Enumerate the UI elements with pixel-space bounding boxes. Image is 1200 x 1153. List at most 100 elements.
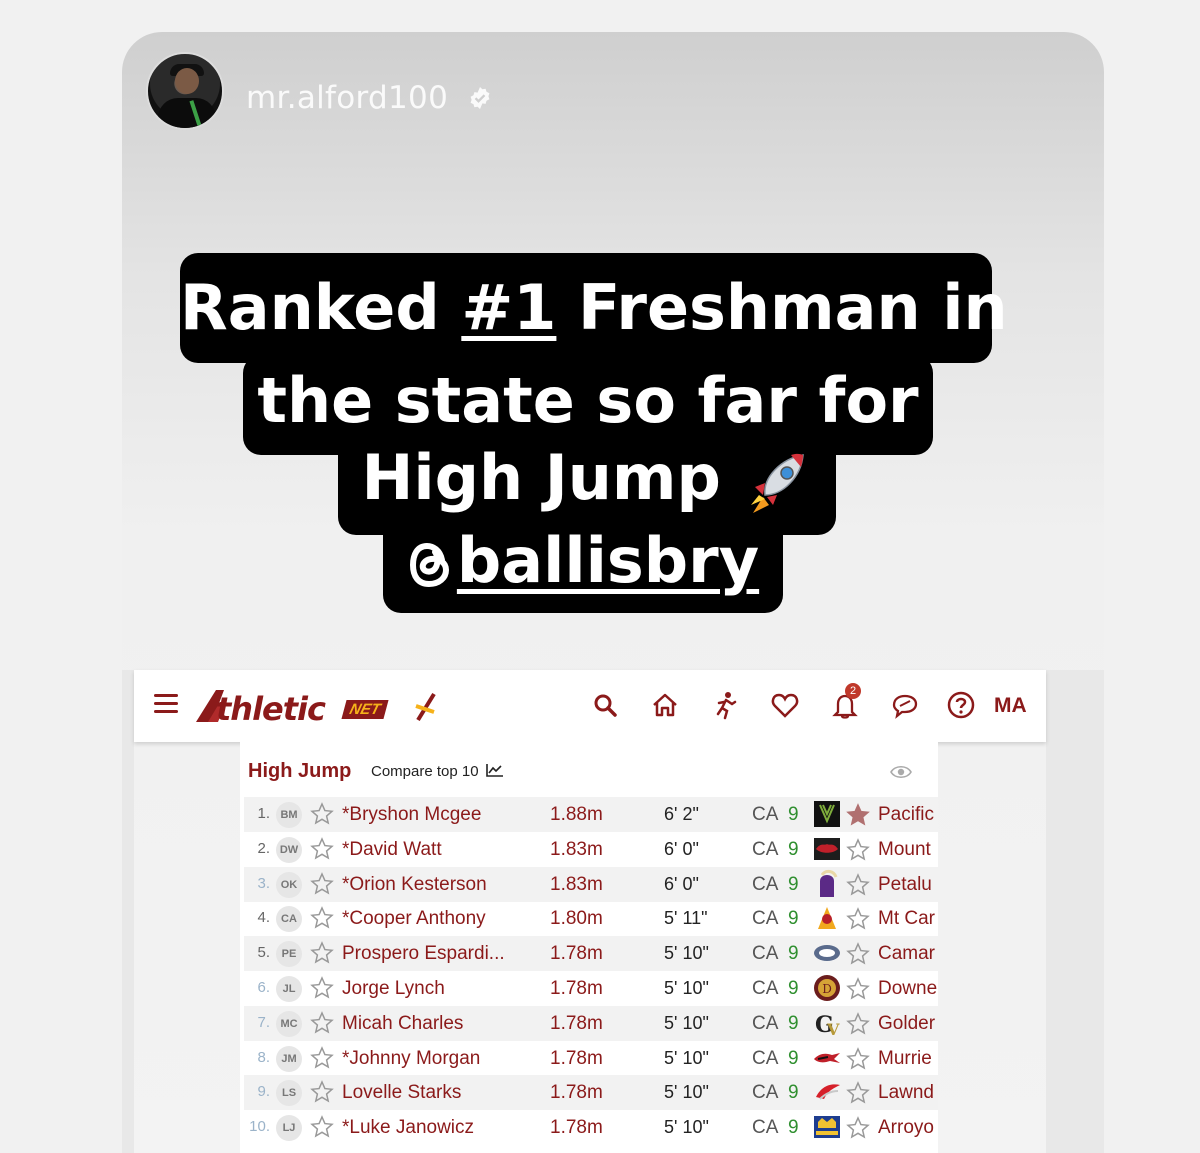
menu-icon[interactable] bbox=[154, 694, 178, 714]
runner-icon[interactable] bbox=[710, 690, 740, 720]
event-title[interactable]: High Jump bbox=[248, 760, 351, 783]
star-icon[interactable] bbox=[310, 976, 334, 1000]
table-row[interactable]: 3. OK *Orion Kesterson 1.83m 6' 0" CA 9 Petalu bbox=[244, 866, 938, 902]
search-icon[interactable] bbox=[590, 690, 620, 720]
athlete-name[interactable]: *Cooper Anthony bbox=[342, 908, 486, 930]
school-name[interactable]: Downe bbox=[878, 978, 938, 1000]
favorite-school-star-icon[interactable] bbox=[846, 1046, 870, 1071]
rank: 6. bbox=[257, 979, 270, 996]
school-mascot-icon bbox=[814, 1116, 840, 1139]
athlete-name[interactable]: *Johnny Morgan bbox=[342, 1048, 480, 1070]
school-name[interactable]: Lawnd bbox=[878, 1082, 938, 1104]
rank: 8. bbox=[257, 1048, 270, 1066]
table-row[interactable]: 9. LS Lovelle Starks 1.78m 5' 10" CA 9 Lawnd bbox=[244, 1075, 938, 1111]
athlete-name[interactable]: *David Watt bbox=[342, 839, 442, 861]
mark-imperial: 5' 10" bbox=[664, 943, 709, 964]
mark-metric[interactable]: 1.78m bbox=[550, 1013, 603, 1035]
state: CA bbox=[752, 978, 779, 999]
rank: 5. bbox=[257, 944, 270, 962]
school-name[interactable]: Arroyo bbox=[878, 1117, 938, 1139]
star-icon[interactable] bbox=[310, 941, 334, 965]
mark-metric[interactable]: 1.78m bbox=[550, 1082, 603, 1104]
star-icon[interactable] bbox=[310, 1080, 334, 1104]
school-name[interactable]: Golder bbox=[878, 1013, 938, 1035]
compare-top-10-link[interactable]: Compare top 10 bbox=[371, 763, 504, 780]
athlete-name[interactable]: *Orion Kesterson bbox=[342, 874, 487, 896]
athlete-name[interactable]: *Bryshon Mcgee bbox=[342, 804, 481, 826]
school-name[interactable]: Petalu bbox=[878, 874, 938, 896]
grade: 9 bbox=[788, 908, 799, 930]
mark-imperial: 5' 10" bbox=[664, 1012, 709, 1033]
star-icon[interactable] bbox=[310, 1045, 334, 1070]
mark-metric[interactable]: 1.88m bbox=[550, 804, 603, 826]
athletic-net-logo[interactable]: thletic NET bbox=[194, 686, 444, 728]
school-name[interactable]: Mt Car bbox=[878, 908, 938, 930]
school-name[interactable]: Mount bbox=[878, 839, 938, 861]
favorite-school-star-icon[interactable] bbox=[846, 837, 870, 862]
athlete-name[interactable]: Prospero Espardi... bbox=[342, 943, 505, 965]
mark-metric[interactable]: 1.83m bbox=[550, 839, 603, 861]
state: CA bbox=[752, 908, 779, 930]
mark-metric[interactable]: 1.78m bbox=[550, 978, 603, 1000]
state: CA bbox=[752, 838, 779, 860]
school-mascot-icon bbox=[814, 837, 840, 860]
star-icon[interactable] bbox=[310, 871, 334, 896]
table-row[interactable]: 7. MC Micah Charles 1.78m 5' 10" CA 9 G V Golder bbox=[244, 1005, 938, 1041]
star-icon[interactable] bbox=[310, 1115, 334, 1139]
table-row[interactable]: 2. DW *David Watt 1.83m 6' 0" CA 9 Mount bbox=[244, 832, 938, 867]
table-row[interactable]: 6. JL Jorge Lynch 1.78m 5' 10" CA 9 D Downe bbox=[244, 971, 938, 1006]
heart-icon[interactable] bbox=[770, 690, 800, 720]
username[interactable]: mr.alford100 bbox=[246, 80, 448, 116]
table-row[interactable]: 4. CA *Cooper Anthony 1.80m 5' 11" CA 9 Mt Car bbox=[244, 901, 938, 936]
grade: 9 bbox=[788, 978, 799, 999]
mark-imperial: 5' 10" bbox=[664, 1117, 709, 1138]
profile-initials[interactable]: MA bbox=[994, 694, 1027, 718]
star-icon[interactable] bbox=[310, 1010, 334, 1035]
star-icon[interactable] bbox=[310, 802, 334, 826]
school-mascot-icon bbox=[814, 1052, 840, 1063]
side-band-right bbox=[1046, 670, 1104, 1153]
mark-imperial: 5' 10" bbox=[664, 1082, 709, 1103]
rank: 4. bbox=[257, 909, 270, 927]
help-icon[interactable] bbox=[946, 690, 976, 720]
star-icon[interactable] bbox=[310, 906, 334, 930]
favorite-school-star-icon[interactable] bbox=[846, 942, 870, 966]
favorite-school-star-icon[interactable] bbox=[846, 907, 870, 931]
mark-metric[interactable]: 1.78m bbox=[550, 1117, 603, 1139]
athlete-name[interactable]: *Luke Janowicz bbox=[342, 1117, 474, 1139]
home-icon[interactable] bbox=[650, 690, 680, 720]
favorite-school-star-icon[interactable] bbox=[846, 1081, 870, 1105]
caption-line-4[interactable]: ballisbry bbox=[383, 515, 783, 613]
logo-bolt-icon bbox=[415, 692, 436, 722]
threads-icon bbox=[409, 542, 449, 587]
favorite-school-star-icon[interactable] bbox=[846, 1011, 870, 1036]
favorite-school-star-icon[interactable] bbox=[846, 977, 870, 1001]
chat-icon[interactable] bbox=[890, 690, 920, 720]
table-row[interactable]: 5. PE Prospero Espardi... 1.78m 5' 10" CA 9 Cam… bbox=[244, 936, 938, 972]
table-row[interactable]: 10. LJ *Luke Janowicz 1.78m 5' 10" CA 9 Arroyo bbox=[244, 1110, 938, 1145]
mark-imperial: 6' 2" bbox=[664, 804, 699, 824]
favorite-school-star-icon[interactable] bbox=[846, 803, 870, 827]
table-row[interactable]: 1. BM *Bryshon Mcgee 1.88m 6' 2" CA 9 Pacific bbox=[244, 797, 938, 832]
athlete-name[interactable]: Micah Charles bbox=[342, 1013, 463, 1035]
eye-icon[interactable] bbox=[890, 764, 912, 780]
mark-metric[interactable]: 1.78m bbox=[550, 943, 603, 965]
rankings-table: High Jump Compare top 10 1. BM *Bryshon Mc… bbox=[240, 742, 938, 1153]
school-name[interactable]: Pacific bbox=[878, 804, 938, 826]
mark-metric[interactable]: 1.80m bbox=[550, 908, 603, 930]
svg-text:D: D bbox=[822, 982, 832, 996]
star-icon[interactable] bbox=[310, 836, 334, 861]
rank: 7. bbox=[257, 1013, 270, 1031]
school-name[interactable]: Murrie bbox=[878, 1048, 938, 1070]
avatar[interactable] bbox=[146, 52, 224, 130]
athlete-name[interactable]: Lovelle Starks bbox=[342, 1082, 461, 1104]
grade: 9 bbox=[788, 943, 799, 965]
athlete-name[interactable]: Jorge Lynch bbox=[342, 978, 445, 1000]
mark-metric[interactable]: 1.83m bbox=[550, 874, 603, 896]
mention-handle[interactable]: ballisbry bbox=[457, 524, 759, 597]
favorite-school-star-icon[interactable] bbox=[846, 1116, 870, 1140]
school-name[interactable]: Camar bbox=[878, 943, 938, 965]
mark-metric[interactable]: 1.78m bbox=[550, 1048, 603, 1070]
favorite-school-star-icon[interactable] bbox=[846, 872, 870, 897]
table-row[interactable]: 8. JM *Johnny Morgan 1.78m 5' 10" CA 9 Murrie bbox=[244, 1041, 938, 1076]
